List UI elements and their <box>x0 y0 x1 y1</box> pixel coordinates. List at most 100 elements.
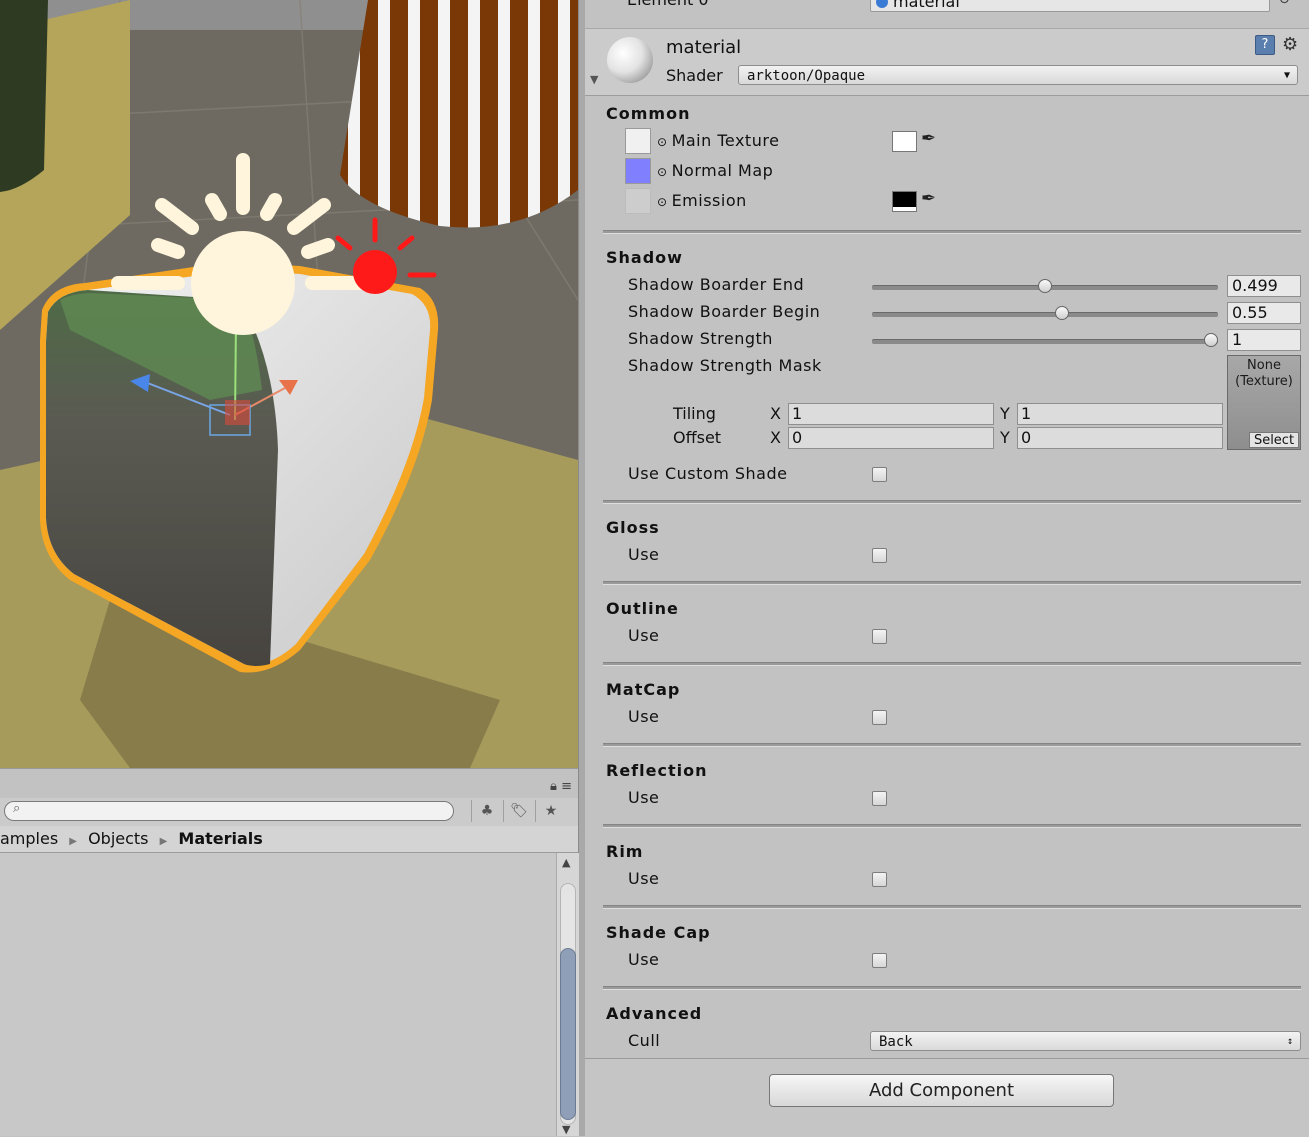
main-texture-slot[interactable] <box>625 128 651 154</box>
shader-value: arktoon/Opaque <box>747 68 866 84</box>
emission-slot[interactable] <box>625 188 651 214</box>
breadcrumb-current[interactable]: Materials <box>178 829 262 848</box>
element-value: material <box>893 0 960 11</box>
shadow-border-end-label: Shadow Boarder End <box>628 275 805 294</box>
main-color-field[interactable] <box>892 131 917 152</box>
section-title-common: Common <box>606 104 691 123</box>
element-object-field[interactable]: material <box>870 0 1270 12</box>
search-icon: ⌕ <box>13 801 21 816</box>
green-object <box>0 0 48 192</box>
outline-use-checkbox[interactable] <box>872 629 887 644</box>
breadcrumb: amples ▶ Objects ▶ Materials <box>0 826 578 853</box>
cull-dropdown[interactable]: Back ↕ <box>870 1031 1301 1051</box>
gear-icon[interactable]: ⚙ <box>1282 34 1298 55</box>
use-custom-shade-label: Use Custom Shade <box>628 464 788 483</box>
breadcrumb-item[interactable]: amples <box>0 829 58 848</box>
shadow-strength-mask-label: Shadow Strength Mask <box>628 356 822 375</box>
section-divider <box>603 824 1301 828</box>
project-panel: 🔒︎ ≡ ⌕ ♣ 🏷︎ ★ amples ▶ Objects ▶ Materia… <box>0 768 579 1136</box>
slider-knob[interactable] <box>1204 333 1218 347</box>
panel-splitter[interactable] <box>578 0 585 1136</box>
object-picker-icon[interactable]: ⊙ <box>1279 0 1290 7</box>
section-divider <box>603 230 1301 234</box>
project-scrollbar[interactable]: ▲ ▼ <box>556 853 579 1136</box>
rim-use-checkbox[interactable] <box>872 872 887 887</box>
section-title-outline: Outline <box>606 599 679 618</box>
eyedropper-icon[interactable]: ✒︎ <box>921 128 936 149</box>
normal-map-slot[interactable] <box>625 158 651 184</box>
gloss-use-label: Use <box>628 545 660 564</box>
section-divider <box>603 581 1301 585</box>
offset-label: Offset <box>673 428 722 447</box>
texture-type-label: (Texture) <box>1235 374 1293 389</box>
scroll-up-icon[interactable]: ▲ <box>562 856 570 869</box>
shadow-border-begin-slider[interactable] <box>872 306 1218 320</box>
slider-knob[interactable] <box>1037 279 1052 293</box>
texture-picker-icon[interactable]: ⊙ <box>657 195 668 209</box>
favorites-star-icon[interactable]: ★ <box>535 800 566 822</box>
reflection-use-label: Use <box>628 788 660 807</box>
texture-picker-icon[interactable]: ⊙ <box>657 165 668 179</box>
breadcrumb-item[interactable]: Objects <box>88 829 148 848</box>
shadow-border-begin-value[interactable]: 0.55 <box>1227 302 1301 324</box>
main-texture-label: ⊙ Main Texture <box>657 131 780 150</box>
tiling-y-field[interactable]: 1 <box>1017 403 1223 425</box>
help-book-icon[interactable]: ? <box>1255 35 1275 55</box>
offset-x-field[interactable]: 0 <box>788 427 994 449</box>
matcap-use-checkbox[interactable] <box>872 710 887 725</box>
shade-cap-use-checkbox[interactable] <box>872 953 887 968</box>
shadow-strength-slider[interactable] <box>872 333 1218 347</box>
eyedropper-icon[interactable]: ✒︎ <box>921 188 936 209</box>
tiling-y-label: Y <box>1000 404 1010 423</box>
slider-knob[interactable] <box>1054 306 1069 320</box>
section-divider <box>603 743 1301 747</box>
lock-icon[interactable]: 🔒︎ ≡ <box>550 779 572 794</box>
shadow-border-end-slider[interactable] <box>872 279 1218 293</box>
element-label: Element 0 <box>627 0 709 9</box>
scroll-thumb[interactable] <box>560 948 576 1120</box>
reflection-use-checkbox[interactable] <box>872 791 887 806</box>
cull-value: Back <box>879 1034 913 1050</box>
use-custom-shade-checkbox[interactable] <box>872 467 887 482</box>
project-tab-bar: 🔒︎ ≡ <box>0 768 578 799</box>
section-divider <box>603 500 1301 504</box>
scene-render[interactable] <box>0 0 578 768</box>
filter-by-type-icon[interactable]: ♣ <box>471 800 502 822</box>
tiling-x-field[interactable]: 1 <box>788 403 994 425</box>
filter-by-label-icon[interactable]: 🏷︎ <box>503 800 534 822</box>
project-toolbar: ⌕ ♣ 🏷︎ ★ <box>0 798 578 826</box>
texture-select-button[interactable]: Select <box>1249 432 1299 448</box>
foldout-arrow-icon[interactable]: ▼ <box>590 73 598 86</box>
gloss-use-checkbox[interactable] <box>872 548 887 563</box>
search-input[interactable]: ⌕ <box>4 801 454 821</box>
outline-use-label: Use <box>628 626 660 645</box>
rim-use-label: Use <box>628 869 660 888</box>
shadow-border-end-value[interactable]: 0.499 <box>1227 275 1301 297</box>
inspector-footer: Add Component <box>585 1058 1309 1137</box>
shader-dropdown[interactable]: arktoon/Opaque ▼ <box>738 65 1298 85</box>
emission-label: ⊙ Emission <box>657 191 747 210</box>
dropdown-caret-icon: ↕ <box>1286 1036 1293 1047</box>
shadow-strength-value[interactable]: 1 <box>1227 329 1301 351</box>
scene-view[interactable] <box>0 0 578 768</box>
normal-map-label: ⊙ Normal Map <box>657 161 774 180</box>
emission-color-field[interactable] <box>892 191 917 212</box>
material-icon <box>876 0 888 8</box>
section-divider <box>603 986 1301 990</box>
offset-y-label: Y <box>1000 428 1010 447</box>
section-title-reflection: Reflection <box>606 761 708 780</box>
element-row: Element 0 material ⊙ <box>585 0 1309 28</box>
material-preview-icon <box>607 37 653 83</box>
project-asset-list[interactable] <box>0 853 556 1136</box>
scroll-down-icon[interactable]: ▼ <box>562 1123 570 1136</box>
breadcrumb-separator-icon: ▶ <box>159 836 168 847</box>
shadow-strength-mask-slot[interactable]: None (Texture) Select <box>1227 355 1301 450</box>
section-divider <box>603 662 1301 666</box>
shader-label: Shader <box>666 66 723 85</box>
add-component-button[interactable]: Add Component <box>769 1074 1114 1107</box>
section-title-gloss: Gloss <box>606 518 660 537</box>
texture-picker-icon[interactable]: ⊙ <box>657 135 668 149</box>
offset-y-field[interactable]: 0 <box>1017 427 1223 449</box>
material-header: ▼ material Shader arktoon/Opaque ▼ ? ⚙ <box>585 28 1309 96</box>
breadcrumb-separator-icon: ▶ <box>69 836 77 847</box>
